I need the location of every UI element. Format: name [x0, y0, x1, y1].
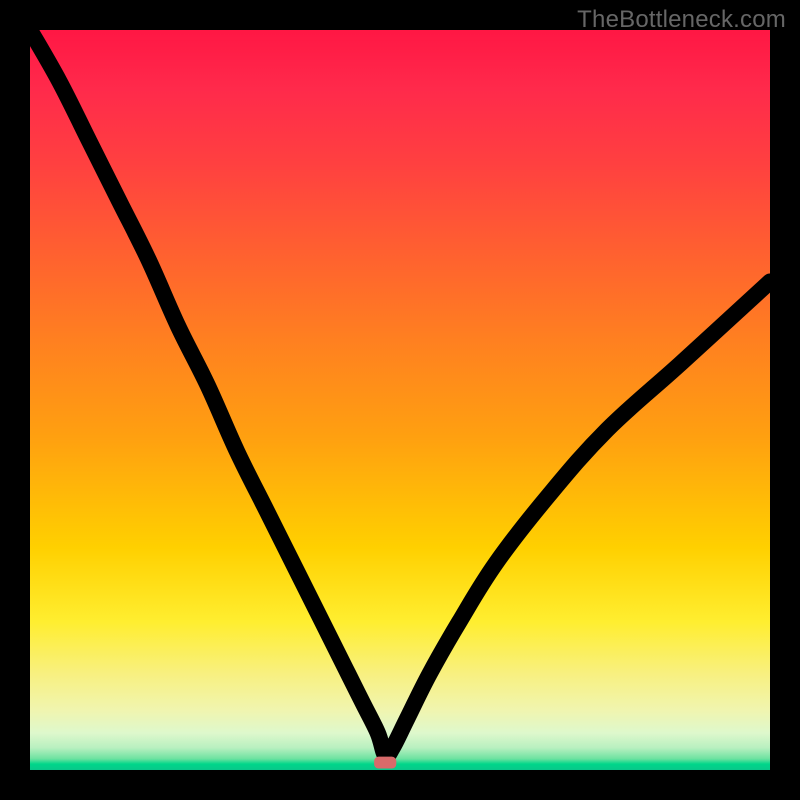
chart-frame: TheBottleneck.com — [0, 0, 800, 800]
optimal-marker — [374, 757, 396, 769]
curve-layer — [30, 30, 770, 770]
bottleneck-curve — [30, 30, 770, 756]
plot-area — [30, 30, 770, 770]
watermark-label: TheBottleneck.com — [577, 6, 786, 34]
